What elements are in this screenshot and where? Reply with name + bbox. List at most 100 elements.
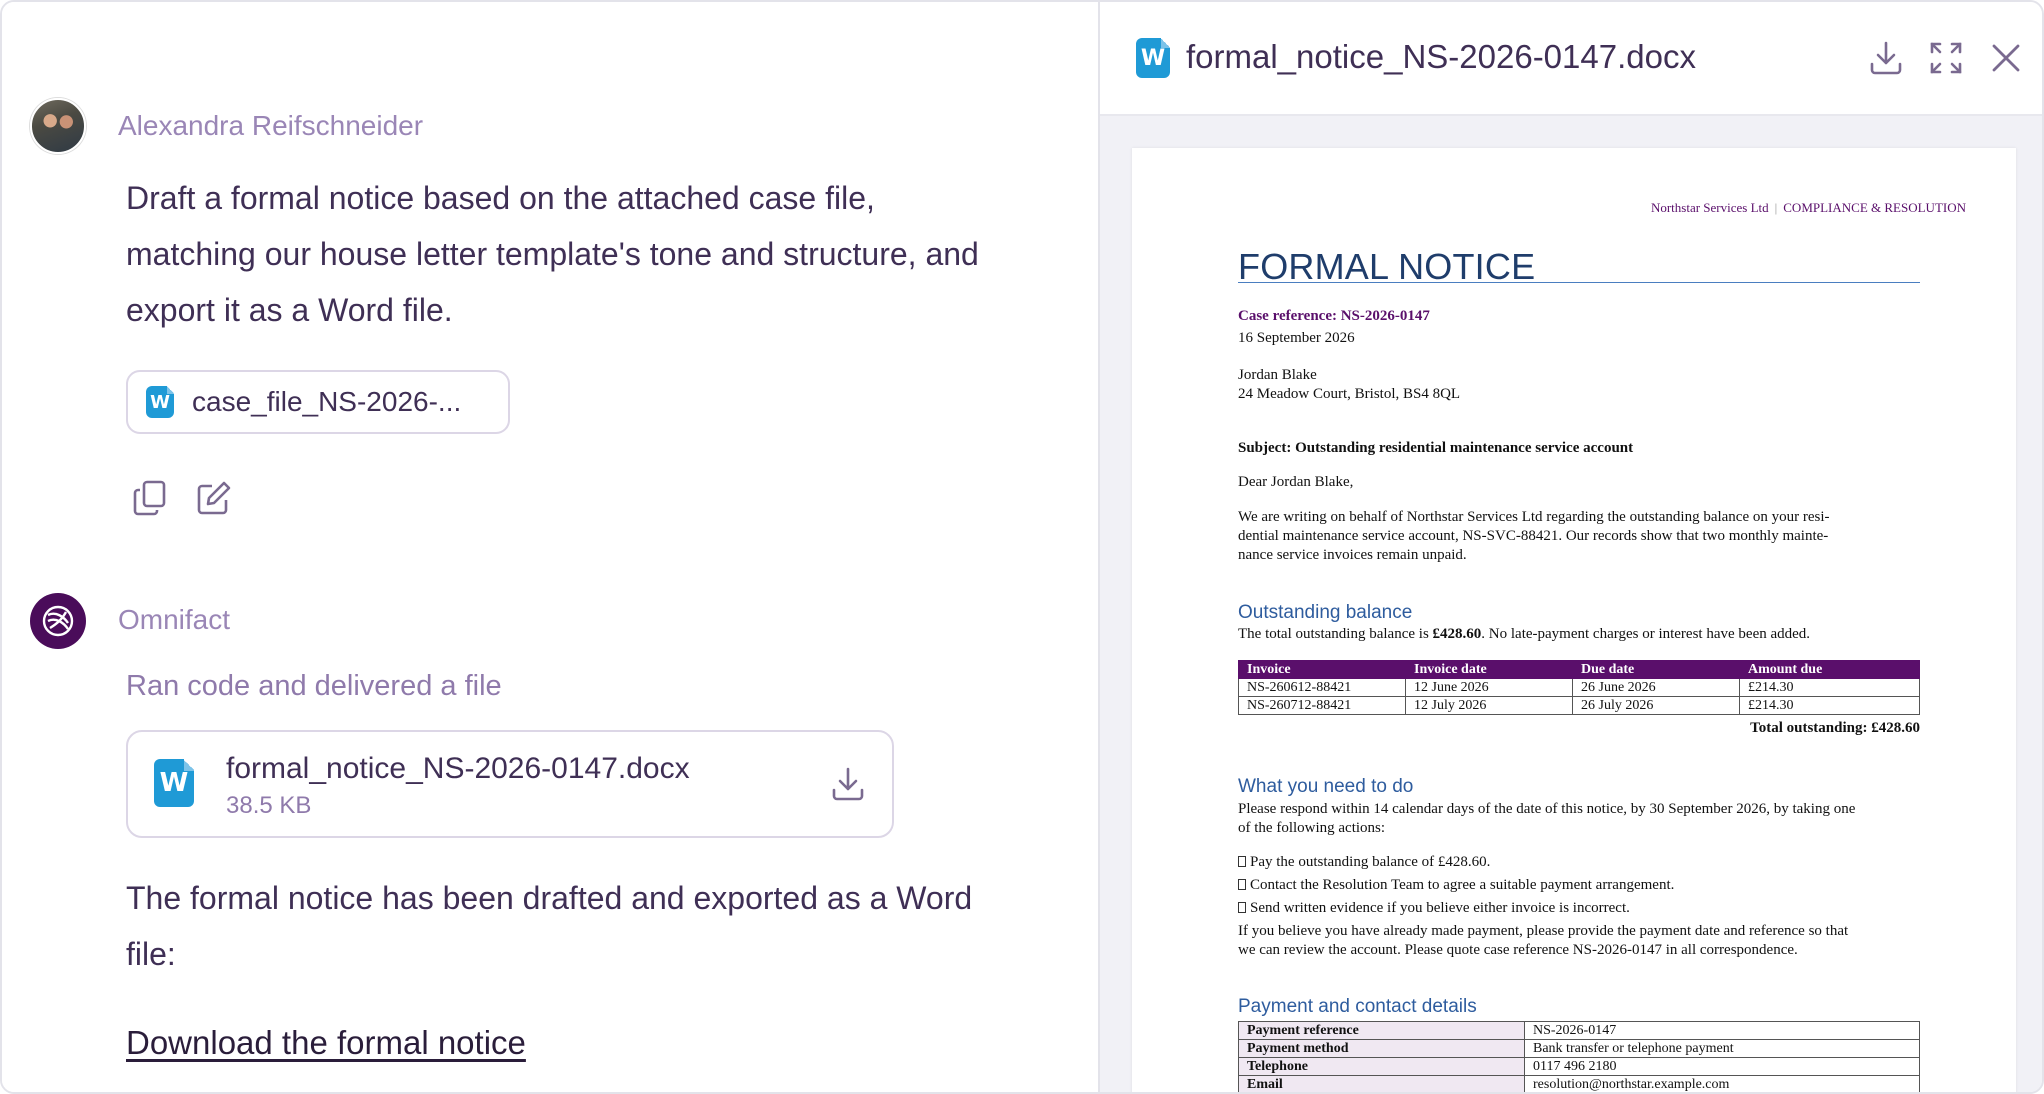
user-message-line: Draft a formal notice based on the attac…: [126, 180, 875, 216]
user-name: Alexandra Reifschneider: [118, 110, 424, 141]
todo-item-text: Contact the Resolution Team to agree a s…: [1250, 877, 1675, 893]
attachment-chip[interactable]: W case_file_NS-2026-...: [126, 370, 510, 434]
table-header-row: Invoice Invoice date Due date Amount due: [1238, 660, 1920, 679]
word-icon: W: [146, 386, 175, 418]
todo-item: Send written evidence if you believe eit…: [1238, 900, 1630, 917]
todo-outro-line: we can review the account. Please quote …: [1238, 942, 1798, 958]
generated-file-card[interactable]: W formal_notice_NS-2026-0147.docx 38.5 K…: [126, 730, 894, 838]
download-icon[interactable]: [828, 764, 868, 804]
document-preview-pane: W formal_notice_NS-2026-0147.docx Norths…: [1098, 2, 2042, 1092]
recipient-address: 24 Meadow Court, Bristol, BS4 8QL: [1238, 386, 1461, 402]
table-cell: 26 June 2026: [1572, 678, 1740, 697]
balance-text: The total outstanding balance is £428.60…: [1238, 626, 1810, 643]
table-row: Payment reference NS-2026-0147: [1238, 1021, 1920, 1040]
table-cell: Telephone: [1238, 1057, 1525, 1076]
table-cell: £214.30: [1739, 678, 1920, 697]
intro-paragraph: We are writing on behalf of Northstar Se…: [1238, 508, 1928, 565]
download-notice-link[interactable]: Download the formal notice: [126, 1024, 526, 1062]
table-cell: Payment reference: [1238, 1021, 1525, 1040]
todo-heading: What you need to do: [1238, 776, 1414, 797]
table-header: Amount due: [1739, 660, 1920, 679]
omnifact-logo-icon: [42, 605, 74, 637]
assistant-reply: The formal notice has been drafted and e…: [126, 870, 1026, 982]
table-cell: resolution@northstar.example.com: [1524, 1075, 1920, 1092]
salutation: Dear Jordan Blake,: [1238, 474, 1354, 490]
assistant-reply-line: The formal notice has been drafted and e…: [126, 880, 973, 916]
table-cell: 12 July 2026: [1405, 696, 1573, 715]
todo-intro-line: of the following actions:: [1238, 820, 1386, 836]
table-cell: 26 July 2026: [1572, 696, 1740, 715]
table-header: Due date: [1572, 660, 1740, 679]
todo-item-text: Pay the outstanding balance of £428.60.: [1250, 854, 1491, 870]
document-page[interactable]: Northstar Services Ltd | COMPLIANCE & RESO…: [1132, 148, 2016, 1092]
table-cell: Email: [1238, 1075, 1525, 1092]
chat-pane[interactable]: Alexandra Reifschneider Draft a formal n…: [2, 2, 1098, 1092]
subject-line: Subject: Outstanding residential mainten…: [1238, 440, 1634, 456]
letterhead: Northstar Services Ltd | COMPLIANCE & RESO…: [1650, 200, 1966, 215]
file-size: 38.5 KB: [226, 792, 312, 819]
user-message-line: matching our house letter template's ton…: [126, 236, 979, 272]
table-row: NS-260712-88421 12 July 2026 26 July 202…: [1238, 696, 1920, 715]
table-row: NS-260612-88421 12 June 2026 26 June 202…: [1238, 678, 1920, 697]
todo-intro: Please respond within 14 calendar days o…: [1238, 800, 1928, 838]
table-cell: Payment method: [1238, 1039, 1525, 1058]
invoice-table: Invoice Invoice date Due date Amount due…: [1238, 660, 1920, 715]
letterhead-department: COMPLIANCE & RESOLUTION: [1783, 200, 1966, 215]
word-icon: W: [154, 759, 194, 807]
table-row: Telephone 0117 496 2180: [1238, 1057, 1920, 1076]
copy-icon[interactable]: [130, 478, 170, 518]
todo-intro-line: Please respond within 14 calendar days o…: [1238, 801, 1856, 817]
assistant-reply-line: file:: [126, 936, 176, 972]
intro-line: We are writing on behalf of Northstar Se…: [1238, 509, 1830, 525]
todo-item: Contact the Resolution Team to agree a s…: [1238, 877, 1674, 894]
payment-table: Payment reference NS-2026-0147 Payment me…: [1238, 1021, 1920, 1092]
table-header: Invoice date: [1405, 660, 1573, 679]
table-cell: 0117 496 2180: [1524, 1057, 1920, 1076]
intro-line: nance service invoices remain unpaid.: [1238, 547, 1467, 563]
balance-heading: Outstanding balance: [1238, 602, 1413, 623]
tool-status[interactable]: Ran code and delivered a file: [126, 670, 502, 703]
todo-outro: If you believe you have already made pay…: [1238, 922, 1928, 960]
checkbox-glyph: [1238, 902, 1246, 913]
word-icon: W: [1136, 38, 1171, 78]
table-cell: 12 June 2026: [1405, 678, 1573, 697]
document-date: 16 September 2026: [1238, 330, 1355, 346]
user-message-line: export it as a Word file.: [126, 292, 453, 328]
user-message: Draft a formal notice based on the attac…: [126, 170, 1026, 338]
balance-text-post: . No late-payment charges or interest ha…: [1481, 626, 1811, 642]
todo-item-text: Send written evidence if you believe eit…: [1250, 900, 1630, 916]
checkbox-glyph: [1238, 879, 1246, 890]
preview-title: formal_notice_NS-2026-0147.docx: [1186, 38, 1696, 75]
checkbox-glyph: [1238, 856, 1246, 867]
todo-outro-line: If you believe you have already made pay…: [1238, 923, 1849, 939]
fullscreen-icon[interactable]: [1926, 38, 1966, 78]
case-reference: Case reference: NS-2026-0147: [1238, 308, 1430, 324]
close-icon[interactable]: [1986, 38, 2026, 78]
table-row: Email resolution@northstar.example.com: [1238, 1075, 1920, 1092]
table-cell: NS-2026-0147: [1524, 1021, 1920, 1040]
assistant-name: Omnifact: [118, 604, 231, 635]
table-cell: Bank transfer or telephone payment: [1524, 1039, 1920, 1058]
payment-heading: Payment and contact details: [1238, 996, 1477, 1017]
download-icon[interactable]: [1866, 38, 1906, 78]
recipient-name: Jordan Blake: [1238, 367, 1317, 383]
table-cell: £214.30: [1739, 696, 1920, 715]
user-avatar: [30, 98, 86, 154]
attachment-label: case_file_NS-2026-...: [192, 386, 462, 417]
total-outstanding: Total outstanding: £428.60: [1750, 720, 1920, 736]
table-header: Invoice: [1238, 660, 1406, 679]
balance-text-pre: The total outstanding balance is: [1238, 626, 1433, 642]
intro-line: dential maintenance service account, NS-…: [1238, 528, 1829, 544]
table-row: Payment method Bank transfer or telephone…: [1238, 1039, 1920, 1058]
balance-amount: £428.60: [1432, 626, 1482, 642]
assistant-avatar: [30, 593, 86, 649]
file-name: formal_notice_NS-2026-0147.docx: [226, 752, 690, 785]
table-cell: NS-260712-88421: [1238, 696, 1406, 715]
todo-item: Pay the outstanding balance of £428.60.: [1238, 854, 1490, 871]
preview-header: W formal_notice_NS-2026-0147.docx: [1100, 2, 2042, 116]
edit-icon[interactable]: [194, 478, 234, 518]
table-cell: NS-260612-88421: [1238, 678, 1406, 697]
letterhead-company: Northstar Services Ltd: [1650, 200, 1769, 215]
title-rule: [1238, 282, 1920, 283]
app-window: Alexandra Reifschneider Draft a formal n…: [0, 0, 2044, 1094]
